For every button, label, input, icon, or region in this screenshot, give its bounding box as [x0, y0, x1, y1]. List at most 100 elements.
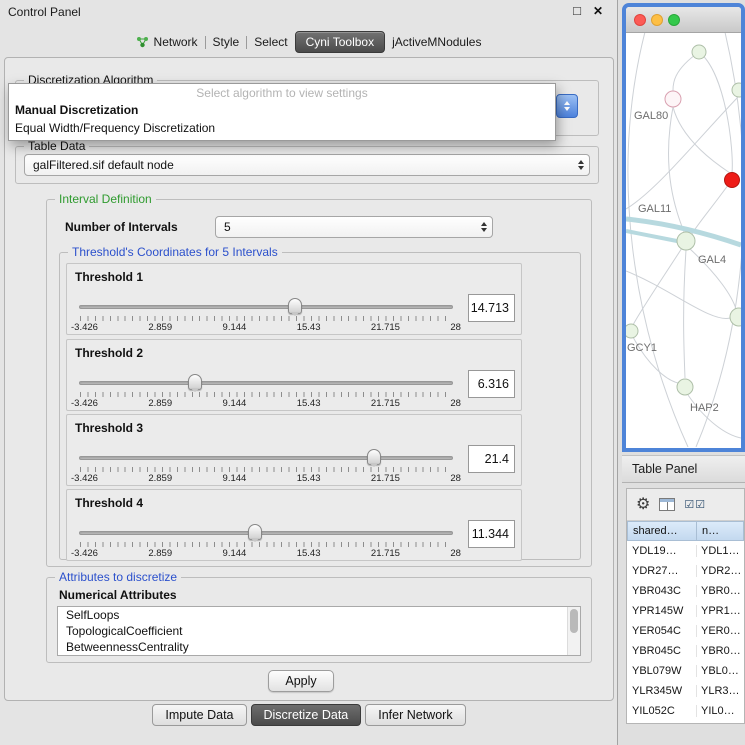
threshold-value-field[interactable]: 14.713: [468, 294, 515, 322]
scale-label: 2.859: [148, 473, 172, 484]
table-row[interactable]: YLR345W YLR3…: [627, 681, 744, 701]
column-header[interactable]: shared…: [627, 521, 697, 541]
tab-discretize-data[interactable]: Discretize Data: [251, 704, 362, 726]
num-intervals-label: Number of Intervals: [65, 220, 178, 234]
table-cell[interactable]: YBR0…: [697, 585, 744, 597]
column-header[interactable]: n…: [697, 521, 744, 541]
close-icon[interactable]: ✕: [593, 4, 603, 18]
slider-track[interactable]: [79, 381, 453, 385]
threshold-slider[interactable]: -3.426 2.859 9.144 15.43 21.715 28: [79, 298, 453, 334]
group-title: Threshold's Coordinates for 5 Intervals: [68, 245, 282, 259]
list-item[interactable]: TopologicalCoefficient: [58, 623, 580, 639]
slider-track[interactable]: [79, 305, 453, 309]
threshold-slider[interactable]: -3.426 2.859 9.144 15.43 21.715 28: [79, 524, 453, 560]
table-row[interactable]: YER054C YER0…: [627, 621, 744, 641]
float-window-icon[interactable]: □: [573, 3, 581, 18]
combo-value: galFiltered.sif default node: [25, 158, 573, 172]
threshold-row: Threshold 2 -3.426 2.859 9.144 15.43 21.…: [66, 339, 522, 411]
slider-thumb[interactable]: [288, 298, 302, 314]
close-traffic-light[interactable]: [634, 14, 646, 26]
table-cell[interactable]: YPR1…: [697, 605, 744, 617]
table-cell[interactable]: YDR2…: [697, 565, 744, 577]
bottom-tab-bar: Impute Data Discretize Data Infer Networ…: [0, 704, 618, 726]
tab-style[interactable]: Style: [206, 32, 247, 52]
slider-thumb[interactable]: [367, 449, 381, 465]
slider-scale: -3.426 2.859 9.144 15.43 21.715 28: [71, 548, 461, 559]
algorithm-combo-cap[interactable]: [556, 94, 578, 118]
table-cell[interactable]: YBR0…: [697, 645, 744, 657]
network-node-gal80[interactable]: [665, 91, 681, 107]
scale-label: 9.144: [223, 473, 247, 484]
slider-scale: -3.426 2.859 9.144 15.43 21.715 28: [71, 473, 461, 484]
columns-icon[interactable]: [659, 498, 675, 511]
num-intervals-combo[interactable]: 5: [215, 216, 493, 238]
tab-infer-network[interactable]: Infer Network: [365, 704, 465, 726]
network-canvas[interactable]: GAL80 GAL11 GAL4 GCY1 HAP2: [626, 33, 741, 447]
threshold-row: Threshold 3 -3.426 2.859 9.144 15.43 21.…: [66, 414, 522, 486]
node-labels: GAL80 GAL11 GAL4 GCY1 HAP2: [627, 110, 726, 414]
network-node[interactable]: [692, 45, 706, 59]
table-cell[interactable]: YBR043C: [627, 585, 697, 597]
network-node[interactable]: [626, 324, 638, 338]
table-cell[interactable]: YBL0…: [697, 665, 744, 677]
network-node[interactable]: [732, 83, 741, 97]
table-cell[interactable]: YIL052C: [627, 705, 697, 717]
network-view-window[interactable]: GAL80 GAL11 GAL4 GCY1 HAP2: [622, 3, 745, 452]
threshold-value-field[interactable]: 6.316: [468, 370, 515, 398]
table-row[interactable]: YPR145W YPR1…: [627, 601, 744, 621]
table-cell[interactable]: YPR145W: [627, 605, 697, 617]
table-cell[interactable]: YDL1…: [697, 545, 744, 557]
tab-cyni-toolbox[interactable]: Cyni Toolbox: [295, 31, 385, 53]
table-cell[interactable]: YER0…: [697, 625, 744, 637]
select-columns-checkbox-icons[interactable]: ☑☑: [684, 498, 706, 511]
popup-item-manual-discretization[interactable]: Manual Discretization: [9, 101, 555, 119]
table-row[interactable]: YDR27… YDR2…: [627, 561, 744, 581]
scale-label: 21.715: [371, 322, 400, 333]
table-cell[interactable]: YDL19…: [627, 545, 697, 557]
network-node[interactable]: [730, 308, 741, 326]
slider-track[interactable]: [79, 456, 453, 460]
table-cell[interactable]: YLR3…: [697, 685, 744, 697]
numerical-attributes-list[interactable]: SelfLoops TopologicalCoefficient Between…: [57, 606, 581, 656]
table-cell[interactable]: YBL079W: [627, 665, 697, 677]
tab-jactivemnodules[interactable]: jActiveMNodules: [385, 32, 488, 52]
network-node[interactable]: [677, 232, 695, 250]
panel-title: Control Panel: [8, 5, 81, 19]
slider-thumb[interactable]: [188, 374, 202, 390]
table-row[interactable]: YDL19… YDL1…: [627, 541, 744, 561]
slider-track[interactable]: [79, 531, 453, 535]
slider-ticks: [80, 316, 452, 321]
zoom-traffic-light[interactable]: [668, 14, 680, 26]
tab-select[interactable]: Select: [247, 32, 294, 52]
table-cell[interactable]: YLR345W: [627, 685, 697, 697]
table-cell[interactable]: YDR27…: [627, 565, 697, 577]
list-item[interactable]: BetweennessCentrality: [58, 639, 580, 655]
table-row[interactable]: YBL079W YBL0…: [627, 661, 744, 681]
table-cell[interactable]: YER054C: [627, 625, 697, 637]
network-node[interactable]: [677, 379, 693, 395]
scrollbar-thumb[interactable]: [570, 609, 578, 633]
network-node-selected[interactable]: [725, 173, 740, 188]
threshold-value-field[interactable]: 21.4: [468, 445, 515, 473]
combo-value: 5: [216, 220, 476, 234]
threshold-value-field[interactable]: 11.344: [468, 520, 515, 548]
threshold-slider[interactable]: -3.426 2.859 9.144 15.43 21.715 28: [79, 449, 453, 485]
tab-impute-data[interactable]: Impute Data: [152, 704, 246, 726]
attributes-group: Attributes to discretize Numerical Attri…: [46, 577, 592, 663]
slider-thumb[interactable]: [248, 524, 262, 540]
table-row[interactable]: YBR043C YBR0…: [627, 581, 744, 601]
threshold-slider[interactable]: -3.426 2.859 9.144 15.43 21.715 28: [79, 374, 453, 410]
list-item[interactable]: SelfLoops: [58, 607, 580, 623]
tab-label: Style: [213, 35, 240, 49]
apply-button[interactable]: Apply: [268, 670, 334, 692]
table-cell[interactable]: YBR045C: [627, 645, 697, 657]
table-data-combo[interactable]: galFiltered.sif default node: [24, 154, 590, 176]
table-row[interactable]: YIL052C YIL0…: [627, 701, 744, 721]
table-cell[interactable]: YIL0…: [697, 705, 744, 717]
table-row[interactable]: YBR045C YBR0…: [627, 641, 744, 661]
scrollbar[interactable]: [567, 607, 580, 655]
tab-network[interactable]: Network: [129, 32, 205, 52]
gear-icon[interactable]: ⚙: [636, 497, 650, 513]
minimize-traffic-light[interactable]: [651, 14, 663, 26]
popup-item-equal-width-frequency[interactable]: Equal Width/Frequency Discretization: [9, 119, 555, 137]
